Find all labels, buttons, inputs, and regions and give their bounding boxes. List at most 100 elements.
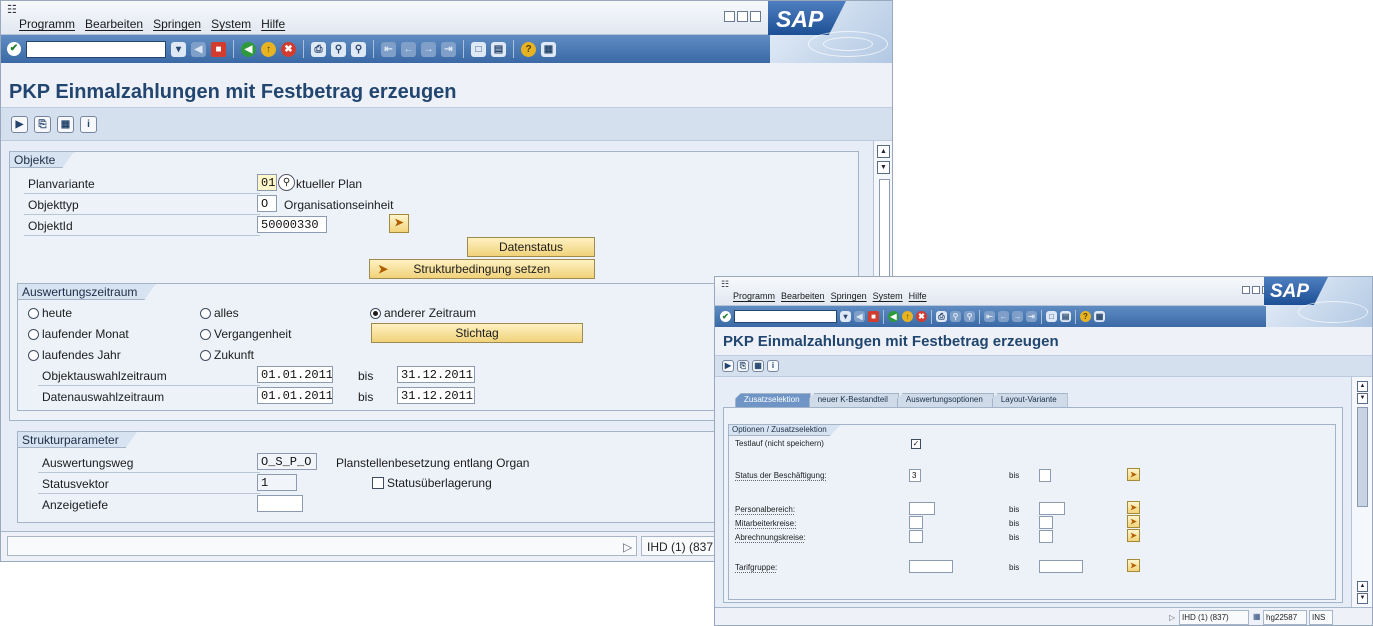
multiple-selection-icon[interactable]: ➤ [1127,468,1140,481]
personalbereich-from-field[interactable] [909,502,935,515]
tarifgruppe-to-field[interactable] [1039,560,1083,573]
tab-neuer-k-bestandteil[interactable]: neuer K-Bestandteil [808,393,899,407]
info-icon[interactable]: i [767,360,779,372]
create-session-icon[interactable]: □ [471,41,486,57]
get-variant-icon[interactable]: ⎘ [737,360,749,372]
first-page-icon[interactable]: ⇤ [381,41,396,57]
find-icon[interactable]: ⚲ [950,311,961,322]
menu-hilfe[interactable]: Hilfe [909,291,927,301]
command-history-icon[interactable]: ▾ [840,311,851,322]
enter-icon[interactable]: ✔ [7,42,21,56]
minimize-icon[interactable] [1242,286,1250,294]
system-menu-icon[interactable]: ☷ [7,3,17,16]
menu-system[interactable]: System [873,291,903,301]
status-toggle-icon[interactable]: ▷ [1169,613,1175,622]
last-page-icon[interactable]: ⇥ [1026,311,1037,322]
get-variant-icon[interactable]: ⎘ [34,115,51,133]
layout-menu-icon[interactable]: ▦ [541,41,556,57]
menu-bearbeiten[interactable]: Bearbeiten [85,17,143,31]
objekttyp-field[interactable]: O [257,195,277,212]
tab-zusatzselektion[interactable]: Zusatzselektion [735,393,811,407]
radio-alles[interactable] [200,308,211,319]
objektauswahl-from-field[interactable]: 01.01.2011 [257,366,333,383]
tab-auswertungsoptionen[interactable]: Auswertungsoptionen [896,393,994,407]
vertical-scrollbar[interactable]: ▲ ▼ ▲ ▼ [1351,377,1372,607]
back-icon[interactable]: ◀ [888,311,899,322]
first-page-icon[interactable]: ⇤ [984,311,995,322]
datenauswahl-from-field[interactable]: 01.01.2011 [257,387,333,404]
shortcut-icon[interactable]: ▤ [1060,311,1071,322]
help-icon[interactable]: ? [521,41,536,57]
radio-heute[interactable] [28,308,39,319]
radio-laufender-monat[interactable] [28,329,39,340]
radio-laufendes-jahr[interactable] [28,350,39,361]
cancel-icon[interactable]: ✖ [281,41,296,57]
mitarbeiterkreise-to-field[interactable] [1039,516,1053,529]
command-field[interactable] [26,40,166,58]
menu-hilfe[interactable]: Hilfe [261,17,285,31]
system-menu-icon[interactable]: ☷ [721,279,729,290]
help-icon[interactable]: ? [1080,311,1091,322]
print-icon[interactable]: ⎙ [311,41,326,57]
scroll-page-up-icon[interactable]: ▲ [1357,581,1368,592]
radio-vergangenheit[interactable] [200,329,211,340]
shortcut-icon[interactable]: ▤ [491,41,506,57]
maximize-icon[interactable] [1252,286,1260,294]
maximize-icon[interactable] [737,11,748,22]
execute-icon[interactable]: ▶ [11,115,28,133]
selection-options-icon[interactable]: ▦ [752,360,764,372]
cancel-icon[interactable]: ✖ [916,311,927,322]
command-history-icon[interactable]: ▾ [171,41,186,57]
previous-page-icon[interactable]: ← [401,41,416,57]
status-beschaeftigung-to-field[interactable] [1039,469,1051,482]
menu-springen[interactable]: Springen [153,17,201,31]
exit-icon[interactable]: ↑ [261,41,276,57]
scroll-thumb[interactable] [1357,407,1368,507]
scroll-down-icon[interactable]: ▼ [1357,393,1368,404]
info-icon[interactable]: i [80,115,97,133]
scroll-page-down-icon[interactable]: ▼ [1357,593,1368,604]
execute-icon[interactable]: ▶ [722,360,734,372]
enter-icon[interactable]: ✔ [720,311,731,322]
print-icon[interactable]: ⎙ [936,311,947,322]
menu-bearbeiten[interactable]: Bearbeiten [781,291,825,301]
menu-programm[interactable]: Programm [733,291,775,301]
save-icon[interactable]: ■ [211,41,226,57]
status-beschaeftigung-from-field[interactable]: 3 [909,469,921,482]
scroll-up-icon[interactable]: ▲ [1357,381,1368,392]
value-help-icon[interactable]: ⚲ [278,174,295,191]
selection-options-icon[interactable]: ▦ [57,115,74,133]
multiple-selection-icon[interactable]: ➤ [1127,559,1140,572]
close-icon[interactable] [750,11,761,22]
status-toggle-icon[interactable]: ▷ [623,540,632,554]
back-small-icon[interactable]: ◀ [191,41,206,57]
abrechnungskreise-to-field[interactable] [1039,530,1053,543]
stichtag-button[interactable]: Stichtag [371,323,583,343]
multiple-selection-icon[interactable]: ➤ [1127,501,1140,514]
find-next-icon[interactable]: ⚲ [351,41,366,57]
scroll-down-icon[interactable]: ▼ [877,161,890,174]
back-small-icon[interactable]: ◀ [854,311,865,322]
strukturbedingung-button[interactable]: ➤ Strukturbedingung setzen [369,259,595,279]
previous-page-icon[interactable]: ← [998,311,1009,322]
statusueberlagerung-checkbox[interactable] [372,477,384,489]
auswertungsweg-field[interactable]: O_S_P_O [257,453,317,470]
personalbereich-to-field[interactable] [1039,502,1065,515]
next-page-icon[interactable]: → [421,41,436,57]
menu-system[interactable]: System [211,17,251,31]
objektid-field[interactable]: 50000330 [257,216,327,233]
menu-springen[interactable]: Springen [831,291,867,301]
create-session-icon[interactable]: □ [1046,311,1057,322]
exit-icon[interactable]: ↑ [902,311,913,322]
scroll-up-icon[interactable]: ▲ [877,145,890,158]
radio-zukunft[interactable] [200,350,211,361]
save-icon[interactable]: ■ [868,311,879,322]
layout-menu-icon[interactable]: ▦ [1094,311,1105,322]
datenauswahl-to-field[interactable]: 31.12.2011 [397,387,475,404]
abrechnungskreise-from-field[interactable] [909,530,923,543]
find-icon[interactable]: ⚲ [331,41,346,57]
anzeigetiefe-field[interactable] [257,495,303,512]
tab-layout-variante[interactable]: Layout-Variante [991,393,1068,407]
planvariante-field[interactable]: 01 [257,174,277,191]
back-icon[interactable]: ◀ [241,41,256,57]
